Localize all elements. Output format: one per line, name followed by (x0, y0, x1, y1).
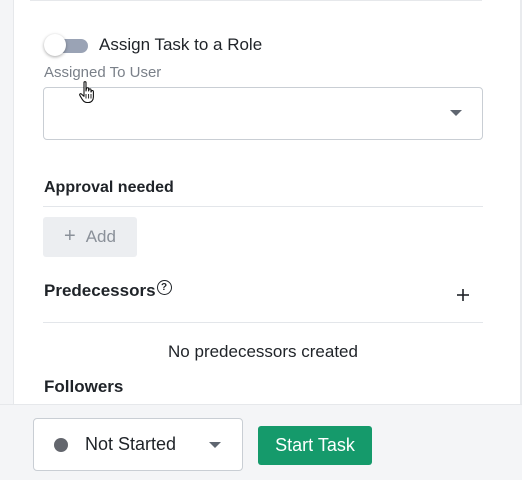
chevron-down-icon (450, 110, 462, 116)
status-dropdown[interactable]: Not Started (33, 418, 243, 471)
approval-divider (43, 206, 483, 207)
top-divider (30, 0, 482, 1)
approval-needed-title: Approval needed (44, 179, 174, 196)
chevron-down-icon (209, 442, 221, 448)
predecessors-divider (43, 322, 483, 323)
assign-role-label: Assign Task to a Role (99, 35, 263, 54)
assigned-user-select[interactable] (43, 87, 483, 140)
add-approval-label: Add (85, 227, 116, 246)
hand-pointer-cursor-icon (79, 81, 94, 104)
assign-role-toggle-row[interactable]: Assign Task to a Role (44, 33, 262, 57)
status-label: Not Started (85, 434, 177, 454)
followers-title: Followers (44, 377, 124, 396)
assign-role-toggle[interactable] (44, 33, 88, 57)
plus-icon: + (64, 224, 76, 247)
add-approval-button[interactable]: + Add (43, 217, 137, 257)
help-circle-icon[interactable]: ? (156, 280, 172, 295)
predecessors-empty-text: No predecessors created (168, 342, 358, 361)
status-dot-icon (54, 437, 68, 452)
start-task-button[interactable]: Start Task (258, 426, 372, 465)
assigned-to-label: Assigned To User (44, 64, 162, 81)
add-predecessor-plus-icon[interactable] (452, 284, 474, 306)
predecessors-title-row: Predecessors ? (44, 280, 172, 301)
predecessors-title: Predecessors (44, 281, 156, 300)
toggle-knob (44, 34, 66, 56)
